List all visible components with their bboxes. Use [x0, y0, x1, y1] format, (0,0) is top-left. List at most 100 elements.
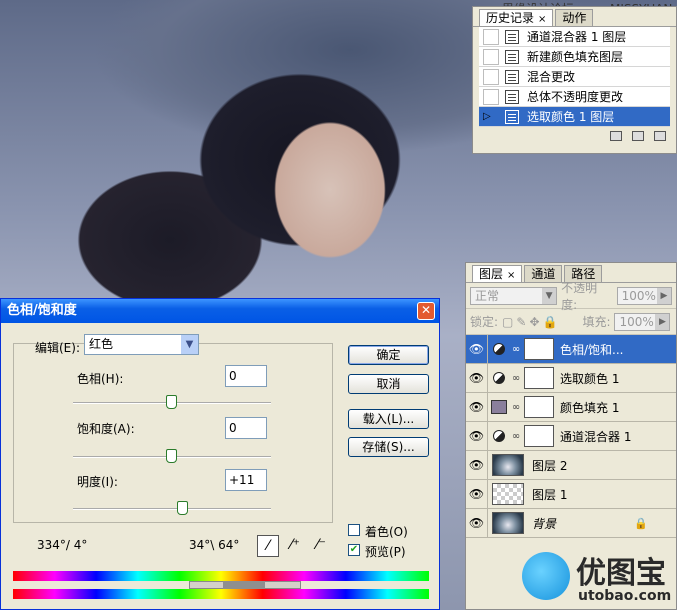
- chain-link-icon[interactable]: ∞: [510, 402, 522, 413]
- snapshot-checkbox[interactable]: [483, 88, 499, 105]
- adjustment-layer-icon: [493, 372, 505, 384]
- layer-mask-thumbnail[interactable]: [524, 396, 554, 418]
- history-step-icon: [505, 69, 519, 84]
- history-item[interactable]: 通道混合器 1 图层: [479, 27, 670, 47]
- eye-icon[interactable]: 👁: [466, 479, 488, 509]
- range-left-readout: 334°/ 4°: [37, 538, 88, 552]
- output-spectrum-bar: [13, 589, 429, 599]
- preview-label: 预览(P): [365, 545, 406, 559]
- lock-row: 锁定: ▢✎✥🔒 填充: 100% ▶: [466, 309, 676, 335]
- layer-mask-thumbnail[interactable]: [524, 338, 554, 360]
- edit-label: 编辑(E):: [35, 341, 80, 355]
- hue-input[interactable]: 0: [225, 365, 267, 387]
- chevron-right-icon: ▶: [655, 313, 670, 330]
- eye-icon[interactable]: 👁: [466, 363, 488, 393]
- snapshot-checkbox[interactable]: [483, 68, 499, 85]
- eye-icon[interactable]: 👁: [466, 450, 488, 480]
- history-item[interactable]: 总体不透明度更改: [479, 87, 670, 107]
- dialog-titlebar[interactable]: 色相/饱和度 ✕: [1, 299, 439, 323]
- eye-icon[interactable]: 👁: [466, 392, 488, 422]
- load-button[interactable]: 载入(L)...: [348, 409, 429, 429]
- eyedropper-icon[interactable]: ⁄: [257, 535, 279, 557]
- range-right-readout: 34°\ 64°: [189, 538, 240, 552]
- chain-link-icon[interactable]: ∞: [510, 344, 522, 355]
- layer-row[interactable]: 👁 图层 2: [466, 450, 676, 480]
- preview-checkbox[interactable]: ✔: [348, 544, 360, 556]
- history-item[interactable]: 混合更改: [479, 67, 670, 87]
- range-slider[interactable]: [13, 581, 429, 589]
- layer-thumbnail: [492, 454, 524, 476]
- eye-icon[interactable]: 👁: [466, 421, 488, 451]
- ok-button[interactable]: 确定: [348, 345, 429, 365]
- fill-input[interactable]: 100% ▶: [614, 312, 671, 331]
- history-step-icon: [505, 89, 519, 104]
- history-tabs: 历史记录 × 动作: [473, 7, 676, 27]
- chain-link-icon[interactable]: ∞: [510, 431, 522, 442]
- close-icon[interactable]: ×: [538, 14, 546, 25]
- close-icon[interactable]: ✕: [417, 302, 435, 320]
- layer-row[interactable]: 👁 ∞ 色相/饱和...: [466, 334, 676, 364]
- settings-group: [13, 343, 333, 523]
- edit-channel-select[interactable]: 红色 ▼: [84, 334, 199, 355]
- new-document-icon[interactable]: [610, 131, 622, 141]
- layer-row[interactable]: 👁 图层 1: [466, 479, 676, 509]
- layer-thumbnail: [492, 512, 524, 534]
- layer-row[interactable]: 👁 ∞ 通道混合器 1: [466, 421, 676, 451]
- cancel-button[interactable]: 取消: [348, 374, 429, 394]
- lightness-input[interactable]: +11: [225, 469, 267, 491]
- adjustment-layer-icon: [493, 343, 505, 355]
- tab-actions[interactable]: 动作: [555, 9, 594, 26]
- tab-layers[interactable]: 图层 ×: [472, 265, 523, 282]
- history-item[interactable]: 新建颜色填充图层: [479, 47, 670, 67]
- history-step-icon: [505, 109, 519, 124]
- lightness-slider[interactable]: [73, 508, 271, 510]
- chevron-right-icon: ▶: [657, 287, 671, 304]
- fill-label: 填充:: [582, 315, 611, 329]
- tab-channels[interactable]: 通道: [524, 265, 563, 282]
- colorize-checkbox[interactable]: [348, 524, 360, 536]
- trash-icon[interactable]: [654, 131, 666, 141]
- history-step-icon: [505, 49, 519, 64]
- lock-icon: 🔒: [634, 516, 648, 530]
- save-button[interactable]: 存储(S)...: [348, 437, 429, 457]
- snapshot-checkbox[interactable]: [483, 48, 499, 65]
- eye-icon[interactable]: 👁: [466, 334, 488, 364]
- colorize-label: 着色(O): [365, 525, 408, 539]
- layer-mask-thumbnail[interactable]: [524, 425, 554, 447]
- camera-icon[interactable]: [632, 131, 644, 141]
- chain-link-icon[interactable]: ∞: [510, 373, 522, 384]
- saturation-label: 饱和度(A):: [77, 422, 135, 436]
- hue-label: 色相(H):: [77, 372, 124, 386]
- saturation-input[interactable]: 0: [225, 417, 267, 439]
- lightness-slider-thumb[interactable]: [176, 501, 188, 515]
- layer-mask-thumbnail[interactable]: [524, 367, 554, 389]
- tab-history[interactable]: 历史记录 ×: [479, 9, 554, 26]
- lock-icons[interactable]: ▢✎✥🔒: [502, 315, 560, 329]
- snapshot-checkbox[interactable]: [483, 28, 499, 45]
- layer-row[interactable]: 👁 ∞ 颜色填充 1: [466, 392, 676, 422]
- blend-mode-select[interactable]: 正常 ▼: [470, 286, 558, 305]
- layer-row[interactable]: 👁 背景 🔒: [466, 508, 676, 538]
- opacity-label: 不透明度:: [561, 280, 598, 312]
- eye-icon[interactable]: 👁: [466, 508, 488, 538]
- opacity-input[interactable]: 100% ▶: [616, 286, 672, 305]
- lock-label: 锁定:: [470, 315, 499, 329]
- range-slider-center[interactable]: [223, 581, 265, 589]
- bird-logo-icon: [522, 552, 570, 600]
- color-fill-swatch: [491, 400, 507, 414]
- saturation-slider-thumb[interactable]: [166, 449, 177, 463]
- hue-saturation-dialog: 色相/饱和度 ✕ 编辑(E): 红色 ▼ 色相(H): 0 饱和度(A): 0 明…: [0, 298, 440, 610]
- layer-row[interactable]: 👁 ∞ 选取颜色 1: [466, 363, 676, 393]
- close-icon[interactable]: ×: [507, 270, 515, 281]
- layer-thumbnail: [492, 483, 524, 505]
- chevron-down-icon: ▼: [181, 335, 198, 354]
- hue-slider-thumb[interactable]: [166, 395, 177, 409]
- history-brush-source-icon[interactable]: ▷: [483, 109, 499, 125]
- adjustment-layer-icon: [493, 430, 505, 442]
- history-item-selected[interactable]: ▷ 选取颜色 1 图层: [479, 107, 670, 127]
- eyedropper-minus-icon[interactable]: ⁄⁻: [310, 535, 332, 557]
- history-panel: 历史记录 × 动作 通道混合器 1 图层 新建颜色填充图层 混合更改 总体不透明度…: [472, 6, 677, 154]
- eyedropper-plus-icon[interactable]: ⁄⁺: [284, 535, 306, 557]
- chevron-down-icon: ▼: [542, 287, 557, 304]
- blend-row: 正常 ▼ 不透明度: 100% ▶: [466, 281, 676, 312]
